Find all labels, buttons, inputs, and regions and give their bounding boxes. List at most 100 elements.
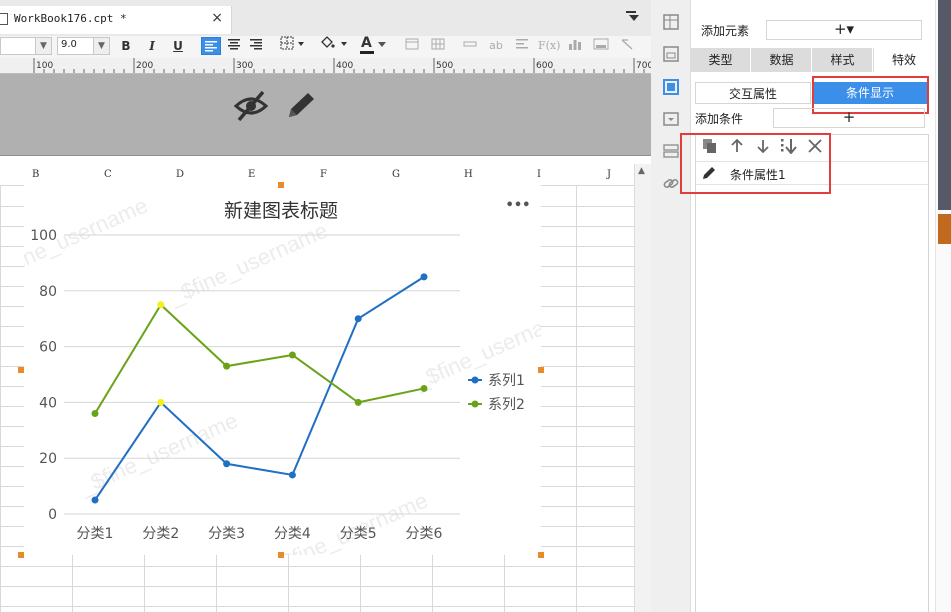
ruler-label: 400 [336,61,354,71]
add-element-button[interactable]: +▾ [766,20,922,40]
y-tick-label: 80 [39,284,57,300]
line-chart[interactable]: _$fine_username _$fine_username _$fine_use… [0,185,576,580]
legend-marker [471,400,479,408]
format-painter-icon[interactable] [618,36,636,56]
tab-menu-icon[interactable] [626,11,640,26]
legend-label: 系列2 [488,397,525,413]
column-header: B C D E F G H I J [0,164,634,186]
resize-handle[interactable] [18,552,24,558]
column-header-c[interactable]: C [104,169,112,180]
data-point [420,273,428,281]
data-point [223,362,231,370]
align-center-button[interactable] [225,36,243,56]
y-tick-label: 0 [48,507,57,523]
close-icon[interactable]: × [211,10,223,26]
scroll-up-icon[interactable]: ▲ [638,166,645,176]
split-cells-icon[interactable] [429,36,447,56]
subtab-interaction[interactable]: 交互属性 [695,82,811,104]
workbook-icon [0,13,8,25]
data-point [91,496,99,504]
tab-type[interactable]: 类型 [691,48,751,72]
font-size-select[interactable]: 9.0 ▼ [57,37,110,55]
column-header-d[interactable]: D [176,169,184,180]
align-left-button[interactable] [201,37,221,55]
ruler-label: 100 [36,61,54,71]
cell-element-icon[interactable] [662,13,680,31]
text-color-button[interactable]: A [358,35,390,56]
widget-settings-icon[interactable] [662,78,680,96]
resize-handle[interactable] [18,367,24,373]
insert-image-icon[interactable] [592,36,610,56]
italic-button[interactable]: I [144,36,160,56]
align-right-button[interactable] [247,36,265,56]
text-align-icon[interactable] [513,36,531,56]
data-point [420,384,428,392]
add-element-row: 添加元素 +▾ [691,14,935,44]
resize-handle[interactable] [538,552,544,558]
workbook-tab[interactable]: WorkBook176.cpt * × [0,6,232,34]
border-button[interactable] [279,36,307,56]
formula-icon[interactable]: F(x) [538,36,560,56]
align-right-icon [250,39,262,50]
data-point [354,315,362,323]
x-tick-label: 分类4 [274,526,311,542]
chart-menu-icon: ••• [506,198,531,213]
y-tick-label: 20 [39,451,57,467]
column-header-g[interactable]: G [392,169,400,180]
tab-effects[interactable]: 特效 [874,48,935,72]
y-tick-label: 60 [39,340,57,356]
vertical-scrollbar[interactable]: ▲ [634,164,651,612]
fill-color-button[interactable] [318,36,350,56]
font-name-select[interactable]: ▼ [0,37,52,55]
insert-row-icon[interactable] [461,36,479,56]
ruler-label: 300 [236,61,254,71]
y-tick-label: 40 [39,395,57,411]
insert-chart-icon[interactable] [566,36,584,56]
x-tick-label: 分类2 [142,526,179,542]
resize-handle[interactable] [538,367,544,373]
chevron-down-icon: ▼ [93,38,109,54]
data-column-icon[interactable] [662,142,680,160]
ruler-label: 500 [436,61,454,71]
add-condition-button[interactable]: + [773,108,925,128]
text-color-icon: A [361,35,372,51]
data-point [354,398,362,406]
resize-handle[interactable] [278,552,284,558]
column-header-h[interactable]: H [464,169,473,180]
data-point [288,471,296,479]
hide-eye-icon[interactable] [233,90,269,125]
workbook-tab-title: WorkBook176.cpt * [14,12,127,25]
float-element-icon[interactable] [662,45,680,63]
merge-cells-icon[interactable] [403,36,421,56]
ruler-label: 200 [136,61,154,71]
tab-data[interactable]: 数据 [752,48,812,72]
x-tick-label: 分类3 [208,526,245,542]
condition-list: 条件属性1 [695,134,929,612]
column-header-b[interactable]: B [32,169,39,180]
resize-handle[interactable] [278,182,284,188]
edit-pencil-icon[interactable] [284,90,318,125]
column-header-e[interactable]: E [248,169,255,180]
align-left-icon [205,41,217,52]
font-size-value: 9.0 [61,39,77,50]
hidden-area-panel [0,74,651,156]
grid-column-line [0,164,1,612]
tab-style[interactable]: 样式 [813,48,873,72]
x-tick-label: 分类6 [406,526,443,542]
legend-label: 系列1 [488,373,525,389]
chart-title: 新建图表标题 [224,200,338,222]
legend-marker [471,376,479,384]
column-header-f[interactable]: F [320,169,327,180]
ab-icon[interactable]: ab [486,36,506,56]
form-icon[interactable] [662,110,680,128]
bold-button[interactable]: B [118,36,134,56]
column-header-i[interactable]: I [537,169,541,180]
edge-bar [938,0,951,210]
underline-button[interactable]: U [170,36,186,56]
data-point [288,351,296,359]
add-condition-row: 添加条件 + [693,108,933,130]
highlight-box [680,133,831,194]
hyperlink-icon[interactable] [662,174,680,192]
border-icon [280,36,304,50]
column-header-j[interactable]: J [607,169,611,180]
